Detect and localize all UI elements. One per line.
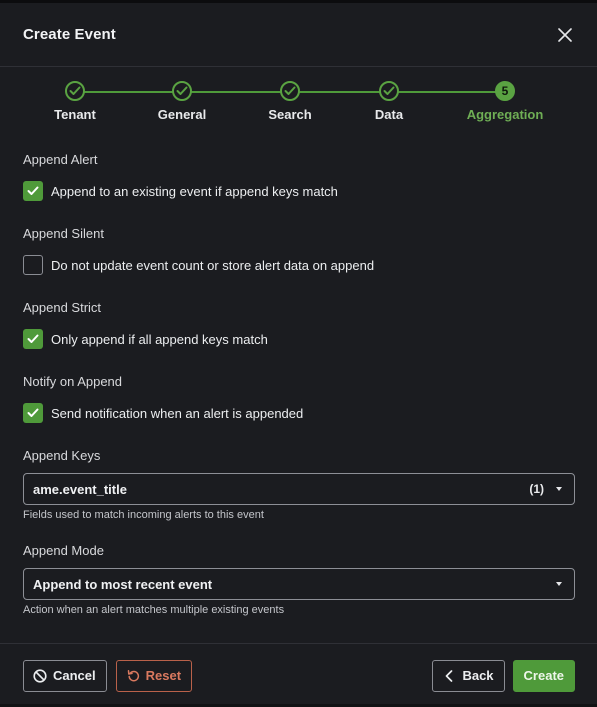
append-strict-option[interactable]: Only append if all append keys match bbox=[23, 329, 575, 349]
reset-button-label: Reset bbox=[145, 668, 182, 683]
notify-on-append-checkbox-label: Send notification when an alert is appen… bbox=[51, 405, 304, 421]
step-complete-indicator bbox=[65, 81, 85, 101]
check-icon bbox=[69, 86, 81, 95]
wizard-stepper: Tenant General Search Data 5 Aggregation bbox=[0, 67, 597, 135]
append-alert-checkbox[interactable] bbox=[23, 181, 43, 201]
append-mode-help-text: Action when an alert matches multiple ex… bbox=[23, 604, 285, 616]
step-label: Data bbox=[374, 107, 404, 122]
step-aggregation[interactable]: 5 Aggregation bbox=[450, 81, 560, 122]
append-strict-checkbox-label: Only append if all append keys match bbox=[51, 331, 268, 347]
dialog-header: Create Event bbox=[0, 3, 597, 67]
back-button[interactable]: Back bbox=[432, 659, 505, 692]
append-strict-checkbox[interactable] bbox=[23, 329, 43, 349]
form-body: Append Alert Append to an existing event… bbox=[0, 151, 597, 616]
step-tenant[interactable]: Tenant bbox=[20, 81, 130, 122]
append-strict-section: Append Strict Only append if all append … bbox=[23, 299, 575, 349]
step-general[interactable]: General bbox=[127, 81, 237, 122]
step-complete-indicator bbox=[172, 81, 192, 101]
append-alert-checkbox-label: Append to an existing event if append ke… bbox=[51, 183, 338, 199]
step-label: Aggregation bbox=[466, 107, 544, 122]
undo-icon bbox=[127, 669, 140, 682]
append-keys-select-right: (1) bbox=[529, 482, 562, 496]
ban-icon bbox=[33, 668, 47, 683]
chevron-left-icon bbox=[445, 669, 453, 682]
append-silent-option[interactable]: Do not update event count or store alert… bbox=[23, 255, 575, 275]
create-button-label: Create bbox=[523, 668, 564, 683]
check-icon bbox=[27, 186, 39, 195]
footer-left-actions: Cancel Reset bbox=[23, 659, 193, 692]
append-silent-label: Append Silent bbox=[23, 226, 104, 241]
append-mode-select-right bbox=[556, 582, 562, 586]
check-icon bbox=[27, 334, 39, 343]
cancel-button[interactable]: Cancel bbox=[23, 659, 107, 692]
append-keys-select[interactable]: ame.event_title (1) bbox=[23, 473, 575, 505]
step-data[interactable]: Data bbox=[334, 81, 444, 122]
append-alert-section: Append Alert Append to an existing event… bbox=[23, 151, 575, 201]
append-keys-label: Append Keys bbox=[23, 448, 101, 463]
check-icon bbox=[27, 408, 39, 417]
caret-down-icon bbox=[556, 582, 562, 586]
step-complete-indicator bbox=[379, 81, 399, 101]
reset-button[interactable]: Reset bbox=[115, 659, 193, 692]
close-button[interactable] bbox=[555, 25, 575, 45]
append-mode-select[interactable]: Append to most recent event bbox=[23, 568, 575, 600]
append-silent-checkbox[interactable] bbox=[23, 255, 43, 275]
back-button-label: Back bbox=[462, 668, 494, 683]
append-keys-count: (1) bbox=[529, 482, 544, 496]
notify-on-append-label: Notify on Append bbox=[23, 374, 123, 389]
step-active-indicator: 5 bbox=[495, 81, 515, 101]
append-mode-section: Append Mode Append to most recent event … bbox=[23, 542, 575, 616]
check-icon bbox=[284, 86, 296, 95]
append-keys-help-text: Fields used to match incoming alerts to … bbox=[23, 509, 264, 521]
append-mode-label: Append Mode bbox=[23, 543, 104, 558]
step-label: Search bbox=[268, 107, 312, 122]
close-icon bbox=[558, 27, 572, 42]
dialog-footer: Cancel Reset Back Create bbox=[0, 643, 597, 707]
append-keys-value: ame.event_title bbox=[33, 481, 127, 497]
check-icon bbox=[176, 86, 188, 95]
notify-on-append-option[interactable]: Send notification when an alert is appen… bbox=[23, 403, 575, 423]
append-mode-value: Append to most recent event bbox=[33, 576, 213, 592]
create-button[interactable]: Create bbox=[512, 659, 575, 692]
append-keys-section: Append Keys ame.event_title (1) Fields u… bbox=[23, 447, 575, 521]
append-strict-label: Append Strict bbox=[23, 300, 102, 315]
check-icon bbox=[383, 86, 395, 95]
step-label: General bbox=[157, 107, 207, 122]
notify-on-append-checkbox[interactable] bbox=[23, 403, 43, 423]
step-complete-indicator bbox=[280, 81, 300, 101]
footer-right-actions: Back Create bbox=[432, 659, 575, 692]
cancel-button-label: Cancel bbox=[53, 668, 96, 683]
append-alert-label: Append Alert bbox=[23, 152, 98, 167]
append-silent-section: Append Silent Do not update event count … bbox=[23, 225, 575, 275]
step-number: 5 bbox=[501, 84, 509, 98]
step-search[interactable]: Search bbox=[235, 81, 345, 122]
append-silent-checkbox-label: Do not update event count or store alert… bbox=[51, 257, 375, 273]
dialog-title: Create Event bbox=[23, 26, 116, 43]
step-label: Tenant bbox=[54, 107, 96, 122]
caret-down-icon bbox=[556, 487, 562, 491]
append-alert-option[interactable]: Append to an existing event if append ke… bbox=[23, 181, 575, 201]
create-event-dialog: Create Event Tenant General Search Data … bbox=[0, 0, 597, 704]
notify-on-append-section: Notify on Append Send notification when … bbox=[23, 373, 575, 423]
